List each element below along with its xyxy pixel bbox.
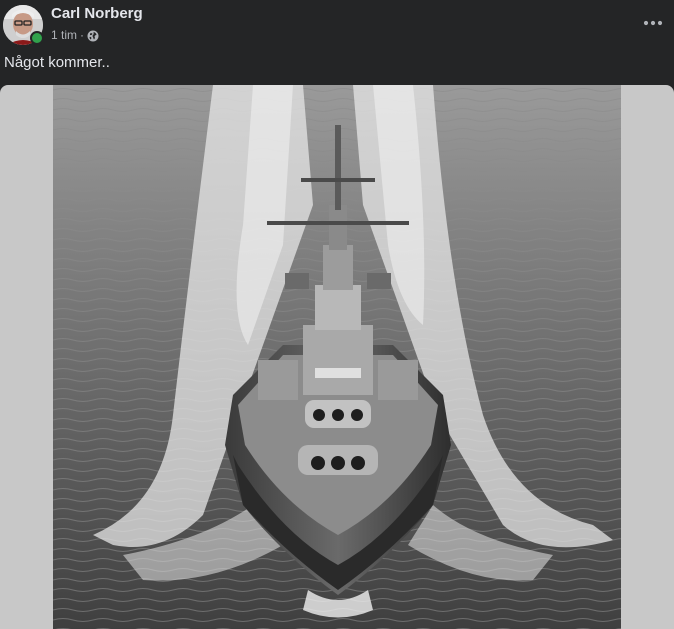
globe-icon[interactable] [87,29,99,42]
author-avatar[interactable] [3,5,44,45]
post-media[interactable] [0,85,674,629]
meta-separator: · [80,28,85,42]
more-options-icon [643,20,663,26]
more-options-button[interactable] [640,10,666,36]
post-timestamp[interactable]: 1 tim [51,27,77,43]
online-status-indicator [30,31,44,45]
post-text: Något kommer.. [4,54,110,71]
post-meta: 1 tim · [51,27,99,43]
author-name[interactable]: Carl Norberg [51,5,143,23]
post-photo[interactable] [53,85,621,629]
post-header: Carl Norberg 1 tim · [0,0,674,52]
